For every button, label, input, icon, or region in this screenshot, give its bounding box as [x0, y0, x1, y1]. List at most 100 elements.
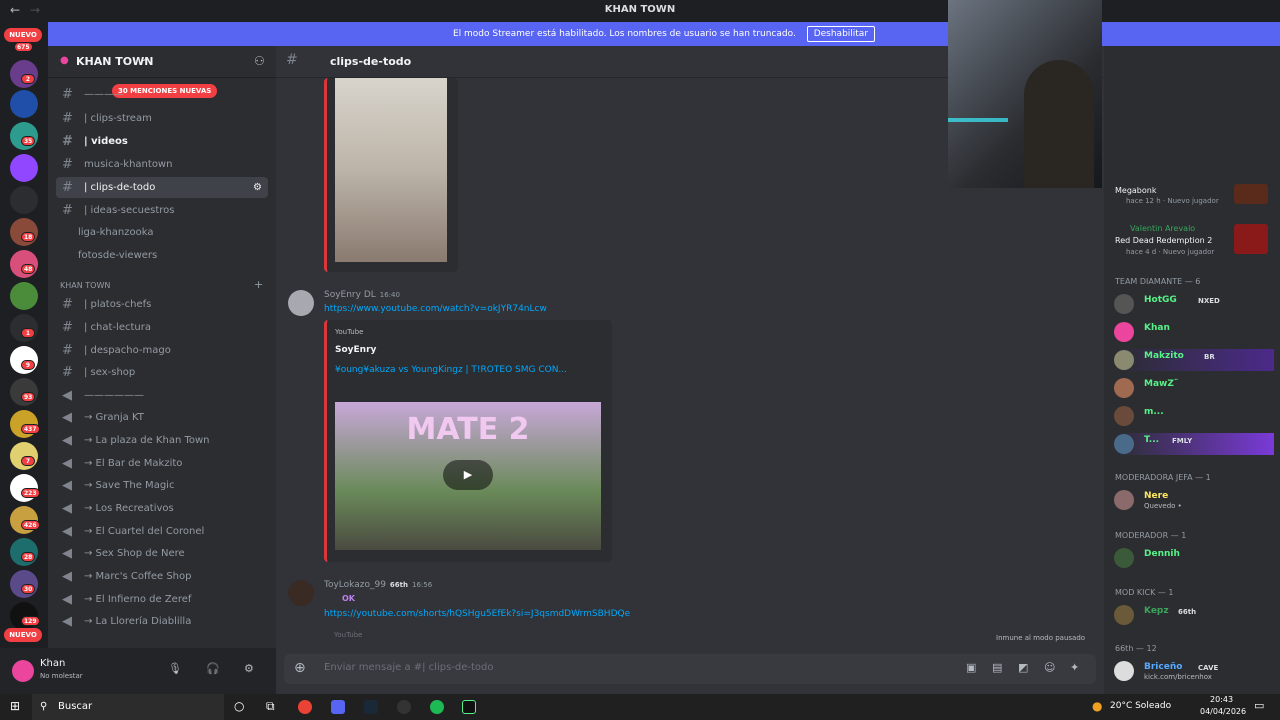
headphones-icon[interactable]: 🎧 [206, 662, 220, 675]
server-badge: 7 [21, 456, 35, 466]
avatar[interactable] [288, 290, 314, 316]
server-badge: 129 [21, 616, 40, 626]
channel-item[interactable]: fotosde-viewers [56, 245, 268, 266]
channel-label: liga-khanzooka [78, 227, 154, 238]
voice-channel[interactable]: ◀ → Los Recreativos [56, 498, 268, 519]
voice-channel[interactable]: ◀ → Granja KT [56, 407, 268, 428]
member-item[interactable]: Khan [1114, 321, 1274, 343]
sticker-icon[interactable]: ◩ [1018, 661, 1028, 674]
member-item[interactable]: MawZ¨ [1114, 377, 1274, 399]
gear-icon[interactable]: ⚙ [244, 662, 254, 675]
message-input[interactable]: Enviar mensaje a #| clips-de-todo [324, 662, 494, 673]
voice-channel[interactable]: ◀ → El Bar de Makzito [56, 453, 268, 474]
embed-author[interactable]: SoyEnry [335, 345, 376, 355]
cortana-icon[interactable]: ○ [234, 699, 244, 713]
member-item[interactable]: Briceño CAVE kick.com/bricenhox [1114, 660, 1274, 682]
spotify-icon[interactable] [430, 700, 444, 714]
avatar[interactable] [288, 580, 314, 606]
speaker-icon: ◀ [62, 433, 72, 448]
server-badge: 93 [21, 392, 36, 402]
voice-channel[interactable]: ◀ → La Llorería Diablilla [56, 611, 268, 632]
member-item[interactable]: Makzito BR [1114, 349, 1274, 371]
apps-icon[interactable]: ✦ [1070, 661, 1079, 674]
avatar [1114, 406, 1134, 426]
video-thumbnail[interactable]: MATE 2 ▶ [335, 402, 601, 550]
activity-user[interactable]: Valentin Arevalo [1130, 224, 1195, 233]
voice-channel[interactable]: ◀ → El Cuartel del Coronel [56, 521, 268, 542]
new-badge: NUEVO [4, 28, 42, 42]
hash-icon: # [286, 52, 298, 68]
clock-time[interactable]: 20:43 [1210, 695, 1233, 704]
discord-icon[interactable] [331, 700, 345, 714]
hash-icon: # [62, 343, 73, 358]
server-header[interactable]: ● KHAN TOWN ⌄ ⚇ [48, 46, 276, 78]
gift-icon[interactable]: ▣ [966, 661, 976, 674]
gear-icon[interactable]: ⚙ [253, 177, 262, 198]
channel-label: → El Infierno de Zeref [84, 594, 192, 605]
channel-item[interactable]: # | videos [56, 131, 268, 152]
channel-item-active[interactable]: # | clips-de-todo ⚙ [56, 177, 268, 198]
weather-text[interactable]: 20°C Soleado [1110, 701, 1171, 711]
message-author[interactable]: SoyEnry DL 16:40 [324, 290, 400, 300]
message-composer[interactable]: ⊕ Enviar mensaje a #| clips-de-todo ▣ ▤ … [284, 654, 1096, 684]
obs-icon[interactable] [397, 700, 411, 714]
windows-start-icon[interactable]: ⊞ [10, 699, 20, 713]
server-icon[interactable] [10, 90, 38, 118]
twitch-server-icon[interactable] [10, 154, 38, 182]
embed-title[interactable]: ¥oung¥akuza vs YoungKingz | T!ROTEO SMG … [335, 363, 605, 377]
add-attachment-icon[interactable]: ⊕ [294, 660, 306, 676]
steam-icon[interactable] [364, 700, 378, 714]
voice-channel[interactable]: ◀ → La plaza de Khan Town [56, 430, 268, 451]
channel-item[interactable]: # | chat-lectura [56, 317, 268, 338]
channel-item[interactable]: # ———— [56, 84, 268, 105]
activity-game: Red Dead Redemption 2 [1115, 236, 1213, 245]
gif-icon[interactable]: ▤ [992, 661, 1002, 674]
message-link[interactable]: https://www.youtube.com/watch?v=okJYR74n… [324, 304, 547, 314]
video-thumbnail[interactable] [335, 78, 447, 262]
voice-channel[interactable]: ◀ → El Infierno de Zeref [56, 589, 268, 610]
channel-label: → Granja KT [84, 412, 144, 423]
hash-icon: # [62, 87, 73, 102]
message-author[interactable]: ToyLokazo_99 66th 16:56 [324, 580, 432, 590]
clock-date[interactable]: 04/04/2026 [1200, 707, 1246, 716]
message-link[interactable]: https://youtube.com/shorts/hQSHgu5EfEk?s… [324, 609, 630, 619]
channel-item[interactable]: liga-khanzooka [56, 222, 268, 243]
server-icon[interactable] [10, 282, 38, 310]
microphone-icon[interactable]: 🎙 [168, 662, 182, 675]
avatar[interactable] [12, 660, 34, 682]
member-item[interactable]: m... [1114, 405, 1274, 427]
channel-item[interactable]: # | sex-shop [56, 362, 268, 383]
add-member-icon[interactable]: ⚇ [254, 54, 265, 68]
add-channel-icon[interactable]: + [254, 278, 263, 291]
channel-item[interactable]: # | clips-stream [56, 108, 268, 129]
task-view-icon[interactable]: ⧉ [266, 699, 275, 714]
role-header: MODERADOR — 1 [1115, 531, 1187, 540]
member-item[interactable]: Kepz 66th [1114, 604, 1274, 626]
member-item[interactable]: T... FMLY [1114, 433, 1274, 455]
play-icon[interactable]: ▶ [443, 460, 493, 490]
voice-channel[interactable]: ◀ → Sex Shop de Nere [56, 543, 268, 564]
hash-icon: # [62, 134, 73, 149]
channel-item[interactable]: ◀ —————— [56, 385, 268, 406]
terminal-icon[interactable] [462, 700, 476, 714]
disable-streamer-button[interactable]: Deshabilitar [806, 26, 876, 42]
server-badge: 18 [21, 232, 36, 242]
taskbar-search[interactable]: Buscar ⚲ [32, 694, 224, 720]
voice-channel[interactable]: ◀ → Marc's Coffee Shop [56, 566, 268, 587]
channel-item[interactable]: # | platos-chefs [56, 294, 268, 315]
notification-icon[interactable]: ▭ [1254, 699, 1264, 712]
channel-item[interactable]: # | ideas-secuestros [56, 200, 268, 221]
voice-channel[interactable]: ◀ → Save The Magic [56, 475, 268, 496]
channel-label: | clips-de-todo [84, 182, 156, 193]
channel-item[interactable]: # | despacho-mago [56, 340, 268, 361]
chrome-icon[interactable] [298, 700, 312, 714]
channel-item[interactable]: # musica-khantown [56, 154, 268, 175]
emoji-icon[interactable]: ☺ [1044, 661, 1055, 674]
member-status: Quevedo • [1144, 502, 1182, 510]
video-embed[interactable] [324, 78, 458, 272]
category-header[interactable]: KHAN TOWN [60, 281, 110, 290]
member-item[interactable]: Dennih [1114, 547, 1274, 569]
server-icon[interactable] [10, 186, 38, 214]
member-item[interactable]: HotGG NXED [1114, 293, 1274, 315]
member-item[interactable]: Nere Quevedo • [1114, 489, 1274, 511]
